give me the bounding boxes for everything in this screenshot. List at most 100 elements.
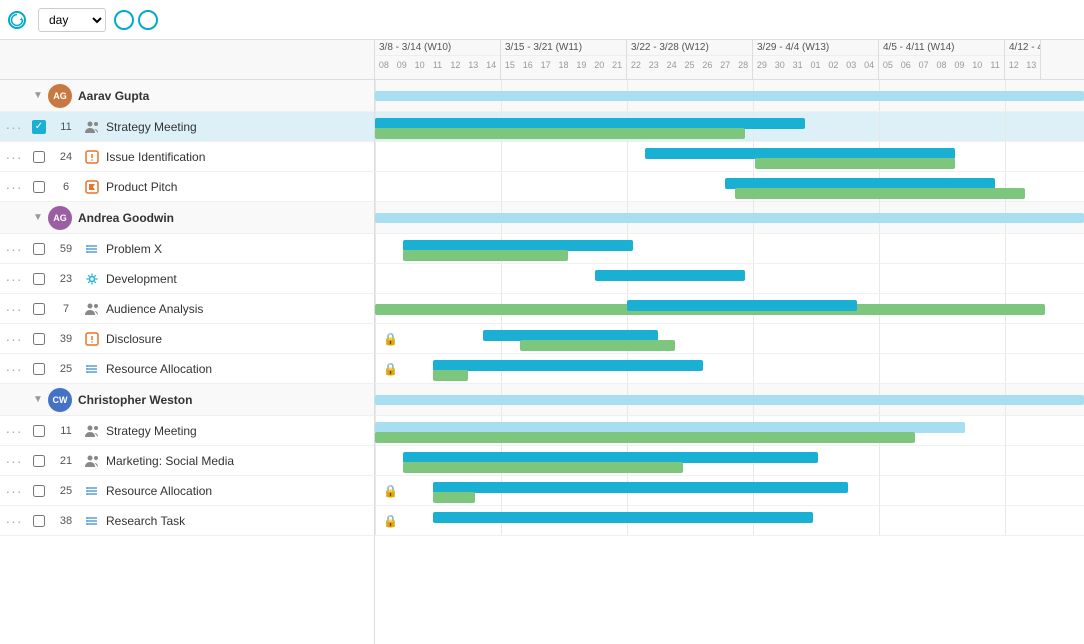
avatar: AG: [48, 206, 72, 230]
task-row[interactable]: ···39Disclosure: [0, 324, 374, 354]
gantt-bar[interactable]: [627, 300, 857, 311]
gantt-bar[interactable]: [375, 118, 805, 129]
task-row[interactable]: ···11Strategy Meeting: [0, 416, 374, 446]
gantt-bar[interactable]: [725, 178, 995, 189]
task-row[interactable]: ···25Resource Allocation: [0, 476, 374, 506]
task-row[interactable]: ··· 6 Product Pitch: [0, 172, 374, 202]
gantt-bar[interactable]: [433, 360, 703, 371]
row-checkbox[interactable]: [28, 333, 50, 345]
day-label: 06: [897, 56, 915, 74]
task-name: Product Pitch: [106, 180, 177, 194]
task-type-icon: [82, 180, 102, 194]
row-dots[interactable]: ···: [0, 179, 28, 195]
gantt-bar[interactable]: [403, 250, 568, 261]
gantt-bar[interactable]: [375, 422, 965, 433]
task-id: 11: [50, 425, 82, 437]
gantt-bar[interactable]: [375, 432, 915, 443]
row-checkbox[interactable]: [28, 303, 50, 315]
nav-plus-button[interactable]: [138, 10, 158, 30]
person-row[interactable]: ▼AGAndrea Goodwin: [0, 202, 374, 234]
gantt-headers: 3/8 - 3/14 (W10)080910111213143/15 - 3/2…: [375, 40, 1084, 80]
nav-buttons: [114, 10, 158, 30]
day-label: 14: [482, 56, 500, 74]
task-name: Audience Analysis: [106, 302, 203, 316]
gantt-bar[interactable]: [375, 128, 745, 139]
row-checkbox[interactable]: ✓: [28, 120, 50, 134]
gantt-bar[interactable]: [403, 240, 633, 251]
view-select[interactable]: day week month: [38, 8, 106, 32]
row-checkbox[interactable]: [28, 455, 50, 467]
gantt-bar[interactable]: [520, 340, 675, 351]
row-dots[interactable]: ···: [0, 483, 28, 499]
task-row[interactable]: ···7Audience Analysis: [0, 294, 374, 324]
row-dots[interactable]: ···: [0, 331, 28, 347]
row-checkbox[interactable]: [28, 425, 50, 437]
gantt-person-row: [375, 384, 1084, 416]
gantt-bar[interactable]: [433, 482, 848, 493]
task-name: Resource Allocation: [106, 362, 212, 376]
row-checkbox[interactable]: [28, 273, 50, 285]
row-dots[interactable]: ···: [0, 241, 28, 257]
avatar: CW: [48, 388, 72, 412]
week-label: 3/8 - 3/14 (W10): [375, 40, 500, 56]
gantt-task-row: [375, 264, 1084, 294]
reschedule-button[interactable]: [8, 11, 30, 29]
row-dots[interactable]: ···: [0, 301, 28, 317]
row-checkbox[interactable]: [28, 151, 50, 163]
gantt-bar[interactable]: [483, 330, 658, 341]
gantt-bar[interactable]: [403, 452, 818, 463]
row-checkbox[interactable]: [28, 363, 50, 375]
gantt-bar[interactable]: [595, 270, 745, 281]
day-label: 28: [734, 56, 752, 74]
gantt-rows: 🔒🔒🔒🔒: [375, 80, 1084, 536]
task-row[interactable]: ···23Development: [0, 264, 374, 294]
gantt-task-row: [375, 416, 1084, 446]
row-dots[interactable]: ···: [0, 119, 28, 135]
task-name: Development: [106, 272, 177, 286]
day-label: 04: [860, 56, 878, 74]
gantt-bar[interactable]: [735, 188, 1025, 199]
row-dots[interactable]: ···: [0, 423, 28, 439]
gantt-bar[interactable]: [645, 148, 955, 159]
row-checkbox[interactable]: [28, 485, 50, 497]
person-row[interactable]: ▼CWChristopher Weston: [0, 384, 374, 416]
gantt-bar[interactable]: [755, 158, 955, 169]
row-dots[interactable]: ···: [0, 453, 28, 469]
gantt-bar[interactable]: [433, 492, 475, 503]
task-name: Problem X: [106, 242, 162, 256]
expand-chevron[interactable]: ▼: [28, 212, 48, 223]
expand-chevron[interactable]: ▼: [28, 90, 48, 101]
person-name: Aarav Gupta: [78, 89, 149, 103]
gantt-week-header: 3/8 - 3/14 (W10)08091011121314: [375, 40, 501, 79]
task-row[interactable]: ···21Marketing: Social Media: [0, 446, 374, 476]
row-dots[interactable]: ···: [0, 513, 28, 529]
person-gantt-bar: [375, 213, 1084, 223]
gantt-bar[interactable]: [433, 512, 813, 523]
task-row[interactable]: ···38Research Task: [0, 506, 374, 536]
day-label: 30: [771, 56, 789, 74]
person-row[interactable]: ▼AGAarav Gupta: [0, 80, 374, 112]
day-label: 10: [968, 56, 986, 74]
task-row[interactable]: ···✓11Strategy Meeting: [0, 112, 374, 142]
task-row[interactable]: ···24Issue Identification: [0, 142, 374, 172]
day-label: 08: [933, 56, 951, 74]
nav-minus-button[interactable]: [114, 10, 134, 30]
gantt-week-header: 4/5 - 4/11 (W14)05060708091011: [879, 40, 1005, 79]
row-checkbox[interactable]: [28, 243, 50, 255]
row-checkbox[interactable]: [28, 181, 50, 193]
day-label: 12: [1005, 56, 1023, 74]
task-row[interactable]: ···25Resource Allocation: [0, 354, 374, 384]
left-rows: ▼AGAarav Gupta···✓11Strategy Meeting···2…: [0, 80, 374, 536]
row-checkbox[interactable]: [28, 515, 50, 527]
task-id: 6: [50, 181, 82, 193]
day-label: 23: [645, 56, 663, 74]
row-dots[interactable]: ···: [0, 149, 28, 165]
expand-chevron[interactable]: ▼: [28, 394, 48, 405]
week-label: 3/29 - 4/4 (W13): [753, 40, 878, 56]
gantt-bar[interactable]: [433, 370, 468, 381]
task-row[interactable]: ···59Problem X: [0, 234, 374, 264]
gantt-bar[interactable]: [403, 462, 683, 473]
row-dots[interactable]: ···: [0, 361, 28, 377]
row-dots[interactable]: ···: [0, 271, 28, 287]
right-panel[interactable]: 3/8 - 3/14 (W10)080910111213143/15 - 3/2…: [375, 40, 1084, 644]
